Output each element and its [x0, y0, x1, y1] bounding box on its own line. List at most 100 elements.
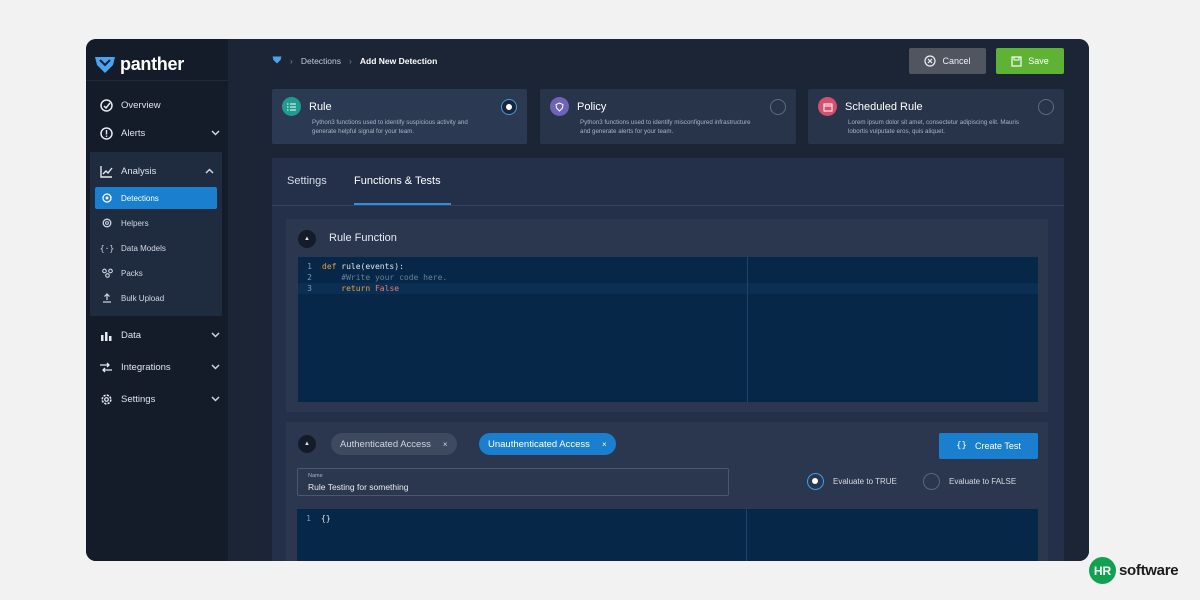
rule-function-section: ▲ Rule Function 1 def rule(events): 2 #W… [286, 219, 1048, 412]
code-keyword: def [322, 262, 337, 271]
type-card-scheduled-rule[interactable]: Scheduled Rule Lorem ipsum dolor sit ame… [808, 89, 1064, 144]
test-name-field[interactable]: Name Rule Testing for something [297, 468, 729, 496]
panther-logo-icon [95, 56, 115, 73]
logo[interactable]: panther [86, 39, 228, 81]
cancel-button[interactable]: Cancel [909, 48, 986, 74]
sidebar-subitem-label: Helpers [121, 218, 149, 228]
test-chips: Authenticated Access × Unauthenticated A… [331, 433, 651, 455]
chevron-down-icon [211, 362, 220, 372]
sidebar-subitem-helpers[interactable]: Helpers [95, 212, 217, 234]
create-test-label: Create Test [974, 441, 1021, 451]
upload-icon [101, 292, 113, 304]
sidebar-item-analysis[interactable]: Analysis [90, 157, 222, 185]
alert-icon [98, 125, 114, 141]
detection-panel: Settings Functions & Tests ▲ Rule Functi… [272, 158, 1064, 561]
packs-icon [101, 267, 113, 279]
calendar-icon [818, 97, 837, 116]
code-line: 2 #Write your code here. [298, 272, 1038, 283]
sidebar-item-data[interactable]: Data [86, 321, 228, 349]
active-tab-indicator [354, 203, 451, 205]
code-line: 1 {} [297, 513, 1038, 524]
helpers-icon [101, 217, 113, 229]
breadcrumb: › Detections › Add New Detection [272, 56, 437, 66]
close-circle-icon [924, 55, 937, 67]
braces-icon: {} [956, 441, 967, 451]
sidebar-item-label: Overview [121, 99, 161, 111]
type-card-title: Rule [309, 100, 332, 113]
close-icon[interactable]: × [602, 440, 607, 449]
chevron-down-icon [211, 330, 220, 340]
create-test-button[interactable]: {} Create Test [939, 433, 1038, 459]
watermark-badge: HR [1089, 557, 1116, 584]
save-label: Save [1028, 56, 1049, 66]
collapse-rule-function-button[interactable]: ▲ [298, 230, 316, 248]
tab-settings[interactable]: Settings [287, 175, 327, 187]
shield-icon [550, 97, 569, 116]
name-field-label: Name [308, 473, 323, 479]
tab-functions-tests[interactable]: Functions & Tests [354, 175, 441, 187]
scheduled-rule-radio[interactable] [1038, 99, 1054, 115]
sidebar-subitem-bulk-upload[interactable]: Bulk Upload [95, 287, 217, 309]
sidebar-subitem-label: Data Models [121, 243, 166, 253]
close-icon[interactable]: × [443, 440, 448, 449]
line-number: 1 [307, 262, 312, 271]
tests-section: ▲ Authenticated Access × Unauthenticated… [286, 422, 1048, 561]
test-chip-authenticated[interactable]: Authenticated Access × [331, 433, 457, 455]
code-line: 1 def rule(events): [298, 261, 1038, 272]
save-button[interactable]: Save [996, 48, 1064, 74]
detections-icon [101, 192, 113, 204]
cancel-label: Cancel [942, 56, 971, 66]
data-models-icon: {·} [99, 243, 115, 253]
rule-code-editor[interactable]: 1 def rule(events): 2 #Write your code h… [298, 257, 1038, 402]
sidebar-item-settings[interactable]: Settings [86, 385, 228, 413]
rule-list-icon [282, 97, 301, 116]
test-chip-unauthenticated[interactable]: Unauthenticated Access × [479, 433, 616, 455]
sidebar-item-alerts[interactable]: Alerts [86, 119, 228, 147]
editor-ruler [747, 257, 748, 402]
sidebar-item-overview[interactable]: Overview [86, 91, 228, 119]
type-card-policy[interactable]: Policy Python3 functions used to identif… [540, 89, 796, 144]
evaluate-false-label: Evaluate to FALSE [949, 477, 1017, 486]
analysis-icon [98, 163, 114, 179]
breadcrumb-current: Add New Detection [359, 56, 438, 66]
sidebar-subitem-label: Detections [121, 193, 159, 203]
tab-bar: Settings Functions & Tests [272, 158, 1064, 206]
app-window: panther Overview Alerts Analysis Detecti… [86, 39, 1089, 561]
code-comment: #Write your code here. [322, 273, 448, 282]
breadcrumb-separator: › [290, 56, 293, 66]
chip-label: Unauthenticated Access [488, 438, 590, 450]
code-text: rule(events): [336, 262, 404, 271]
main-content: › Detections › Add New Detection Cancel … [228, 39, 1089, 561]
evaluate-false-option[interactable]: Evaluate to FALSE [923, 473, 1016, 490]
sidebar-subitem-detections[interactable]: Detections [95, 187, 217, 209]
type-card-title: Scheduled Rule [845, 100, 923, 113]
data-icon [98, 327, 114, 343]
sidebar-subitem-label: Bulk Upload [121, 293, 165, 303]
evaluate-true-option[interactable]: Evaluate to TRUE [807, 473, 897, 490]
chevron-down-icon [211, 394, 220, 404]
evaluate-true-radio[interactable] [807, 473, 824, 490]
sidebar-item-integrations[interactable]: Integrations [86, 353, 228, 381]
chevron-down-icon [211, 128, 220, 138]
gear-icon [98, 391, 114, 407]
code-text: {} [321, 514, 331, 523]
evaluate-false-radio[interactable] [923, 473, 940, 490]
sidebar-item-label: Integrations [121, 361, 171, 373]
save-icon [1011, 55, 1022, 67]
panther-small-icon [272, 56, 282, 66]
sidebar-subitem-data-models[interactable]: {·} Data Models [95, 237, 217, 259]
rule-function-title: Rule Function [329, 232, 397, 244]
hr-software-watermark: HR software [1089, 557, 1179, 584]
type-card-rule[interactable]: Rule Python3 functions used to identify … [272, 89, 527, 144]
breadcrumb-detections[interactable]: Detections [301, 56, 341, 66]
sidebar-subitem-packs[interactable]: Packs [95, 262, 217, 284]
sidebar-item-label: Settings [121, 393, 156, 405]
code-line: 3 return False [298, 283, 1038, 294]
rule-radio[interactable] [501, 99, 517, 115]
evaluate-true-label: Evaluate to TRUE [833, 477, 897, 486]
collapse-tests-button[interactable]: ▲ [298, 435, 316, 453]
test-code-editor[interactable]: 1 {} [297, 509, 1038, 561]
type-card-desc: Lorem ipsum dolor sit amet, consectetur … [848, 119, 1019, 135]
chip-label: Authenticated Access [340, 438, 431, 450]
policy-radio[interactable] [770, 99, 786, 115]
